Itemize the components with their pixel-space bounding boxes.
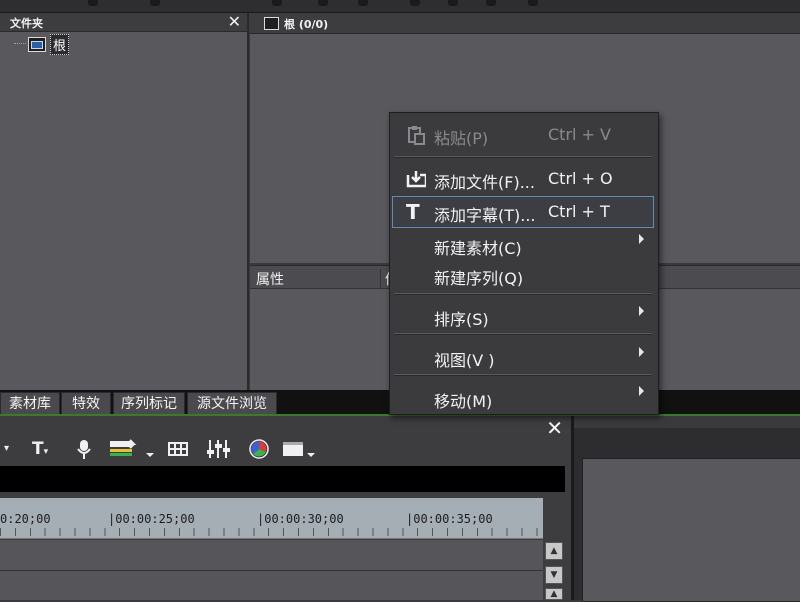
toolbar-button[interactable] [272,0,282,6]
menu-item-label: 排序(S) [434,310,489,329]
sequence-tab-strip [0,466,565,492]
menu-item-add-file[interactable]: 添加文件(F)... Ctrl + O [392,163,654,195]
bin-panel-title: 根 (0/0) [284,18,329,31]
mixer-icon[interactable] [206,438,232,460]
menu-item-new-sequence[interactable]: 新建序列(Q) [392,259,654,291]
menu-item-paste: 粘贴(P) Ctrl + V [392,119,654,151]
tab-asset-library[interactable]: 素材库 [0,392,60,415]
menu-item-label: 添加字幕(T)... [434,206,536,225]
close-icon[interactable]: ✕ [546,416,563,440]
vertical-scrollbar[interactable]: ▲ ▼ ▲ [545,540,565,600]
toolbar-button[interactable] [358,0,368,6]
add-file-icon [406,171,426,188]
toolbar-button[interactable] [318,0,328,6]
timeline-panel: ✕ ▾ T▾ 0:20;00 |00:00:25;00 |00:00:30;00… [0,416,574,600]
audio-route-icon[interactable] [108,438,156,460]
scroll-bottom-icon[interactable]: ▲ [545,588,563,600]
preview-screen[interactable] [582,458,800,602]
timeline-track[interactable] [0,571,543,600]
preview-panel [574,428,800,602]
scroll-up-icon[interactable]: ▲ [545,542,563,560]
column-header-property[interactable]: 属性 [256,269,284,289]
title-icon: T [406,200,420,224]
bin-panel-header: 根 (0/0) [250,13,800,34]
context-menu: 粘贴(P) Ctrl + V 添加文件(F)... Ctrl + O T 添加字… [389,112,659,415]
menu-item-shortcut: Ctrl + O [548,169,613,188]
tree-item-root[interactable]: 根 [50,34,70,55]
menu-item-view[interactable]: 视图(V ) [392,341,654,373]
timeline-ruler[interactable]: 0:20;00 |00:00:25;00 |00:00:30;00 |00:00… [0,498,543,539]
top-toolbar [0,0,800,13]
submenu-arrow-icon [639,347,644,357]
close-icon[interactable]: ✕ [228,12,241,31]
submenu-arrow-icon [639,306,644,316]
tab-sequence-markers[interactable]: 序列标记 [113,392,185,415]
toolbar-button[interactable] [410,0,420,6]
toolbar-button[interactable] [528,0,538,6]
menu-item-label: 移动(M) [434,392,493,411]
folder-panel: 文件夹 ✕ 根 [0,12,249,390]
menu-separator [394,156,652,158]
folder-panel-header: 文件夹 ✕ [0,12,247,32]
monitor-icon[interactable] [282,438,318,460]
dropdown-icon[interactable]: ▾ [4,438,9,460]
paste-icon [408,126,425,145]
menu-item-label: 新建素材(C) [434,239,522,258]
menu-item-add-title[interactable]: T 添加字幕(T)... Ctrl + T [392,196,654,228]
timecode-label: |00:00:30;00 [257,512,344,526]
menu-item-shortcut: Ctrl + V [548,125,611,144]
menu-item-label: 视图(V ) [434,351,495,370]
color-wheel-icon[interactable] [248,438,270,460]
submenu-arrow-icon [639,234,644,244]
menu-item-move[interactable]: 移动(M) [392,382,654,414]
tree-connector [14,43,26,44]
folder-icon [264,17,279,30]
menu-item-label: 粘贴(P) [434,129,489,148]
microphone-icon[interactable] [76,438,92,460]
scroll-down-icon[interactable]: ▼ [545,566,563,584]
toolbar-button[interactable] [486,0,496,6]
timeline-track[interactable] [0,540,543,571]
submenu-arrow-icon [639,386,644,396]
menu-separator [394,333,652,335]
timecode-label: |00:00:35;00 [406,512,493,526]
title-tool-icon[interactable]: T▾ [32,438,48,460]
ruler-ticks [0,528,543,536]
tab-source-browser[interactable]: 源文件浏览 [187,392,277,415]
tab-effects[interactable]: 特效 [61,392,111,415]
folder-icon [28,37,46,52]
grid-icon[interactable] [168,438,188,460]
timecode-label: |00:00:25;00 [108,512,195,526]
menu-item-new-clip[interactable]: 新建素材(C) [392,229,654,261]
menu-separator [394,374,652,376]
menu-separator [394,293,652,295]
folder-panel-title: 文件夹 [10,17,43,30]
menu-item-label: 新建序列(Q) [434,269,524,288]
timecode-label: 0:20;00 [0,512,51,526]
menu-item-label: 添加文件(F)... [434,173,535,192]
toolbar-button[interactable] [150,0,160,6]
menu-item-sort[interactable]: 排序(S) [392,300,654,332]
toolbar-button[interactable] [88,0,98,6]
menu-item-shortcut: Ctrl + T [548,202,610,221]
toolbar-button[interactable] [448,0,458,6]
